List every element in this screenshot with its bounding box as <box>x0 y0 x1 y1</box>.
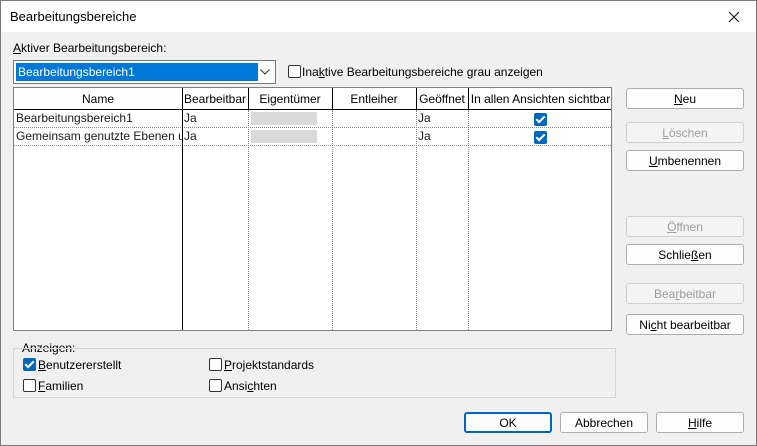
project-standards-checkbox[interactable] <box>209 358 222 371</box>
header-separator <box>416 88 417 110</box>
table-row[interactable]: Gemeinsam genutzte Ebenen und Raster Ja … <box>14 128 611 146</box>
editable-button[interactable]: Bearbeitbar <box>626 283 744 304</box>
rename-button[interactable]: Umbenennen <box>626 150 744 171</box>
active-workset-label: Aktiver Bearbeitungsbereich: <box>13 41 167 55</box>
header-separator <box>332 88 333 110</box>
row-name: Bearbeitungsbereich1 <box>16 111 133 125</box>
families-label: Familien <box>38 379 84 393</box>
project-standards-label: Projektstandards <box>224 358 315 372</box>
row-visible-all-checkbox[interactable] <box>534 113 547 126</box>
inactive-gray-checkbox[interactable] <box>288 65 301 78</box>
close-icon <box>728 11 740 22</box>
table-row[interactable]: Bearbeitungsbereich1 Ja Ja <box>14 110 611 128</box>
row-opened[interactable]: Ja <box>416 110 468 128</box>
views-label: Ansichten <box>224 379 277 393</box>
column-header-editable[interactable]: Bearbeitbar <box>182 88 248 110</box>
row-owner <box>248 110 332 128</box>
close-workset-button[interactable]: Schließen <box>626 244 744 265</box>
new-button[interactable]: Neu <box>626 88 744 109</box>
header-separator <box>248 88 249 110</box>
chevron-down-icon[interactable] <box>258 64 272 80</box>
help-button[interactable]: Hilfe <box>656 412 744 433</box>
worksets-table: Name Bearbeitbar Eigentümer Entleiher Ge… <box>13 87 612 331</box>
column-separator <box>332 110 333 330</box>
cancel-button[interactable]: Abbrechen <box>560 412 648 433</box>
row-editable[interactable]: Ja <box>182 128 248 146</box>
close-button[interactable] <box>712 1 756 32</box>
header-separator <box>468 88 469 110</box>
column-separator <box>416 110 417 330</box>
column-header-opened[interactable]: Geöffnet <box>416 88 468 110</box>
column-separator <box>248 110 249 330</box>
column-separator <box>182 88 183 330</box>
title-bar: Bearbeitungsbereiche <box>1 1 756 32</box>
column-header-borrower[interactable]: Entleiher <box>332 88 416 110</box>
column-header-visible-all[interactable]: In allen Ansichten sichtbar <box>468 88 611 110</box>
active-workset-combo[interactable]: Bearbeitungsbereich1 <box>13 60 276 84</box>
show-group <box>13 348 616 398</box>
row-name: Gemeinsam genutzte Ebenen und Raster <box>16 129 182 143</box>
column-header-name[interactable]: Name <box>14 88 182 110</box>
workset-dialog: Bearbeitungsbereiche Aktiver Bearbeitung… <box>0 0 757 446</box>
row-borrower <box>332 128 416 146</box>
user-created-checkbox[interactable] <box>23 358 36 371</box>
delete-button[interactable]: Löschen <box>626 122 744 143</box>
row-opened[interactable]: Ja <box>416 128 468 146</box>
column-separator <box>468 110 469 330</box>
row-editable[interactable]: Ja <box>182 110 248 128</box>
user-created-label: Benutzererstellt <box>38 358 122 372</box>
active-workset-value: Bearbeitungsbereich1 <box>16 63 258 81</box>
families-checkbox[interactable] <box>23 379 36 392</box>
owner-redacted <box>251 130 317 143</box>
row-borrower <box>332 110 416 128</box>
column-header-owner[interactable]: Eigentümer <box>248 88 332 110</box>
open-button[interactable]: Öffnen <box>626 216 744 237</box>
views-checkbox[interactable] <box>209 379 222 392</box>
owner-redacted <box>251 112 317 125</box>
inactive-gray-label: Inaktive Bearbeitungsbereiche grau anzei… <box>302 65 543 79</box>
non-editable-button[interactable]: Nicht bearbeitbar <box>626 314 744 335</box>
row-visible-all-checkbox[interactable] <box>534 131 547 144</box>
window-title: Bearbeitungsbereiche <box>10 9 137 24</box>
ok-button[interactable]: OK <box>464 412 552 433</box>
row-owner <box>248 128 332 146</box>
header-separator <box>182 88 183 110</box>
